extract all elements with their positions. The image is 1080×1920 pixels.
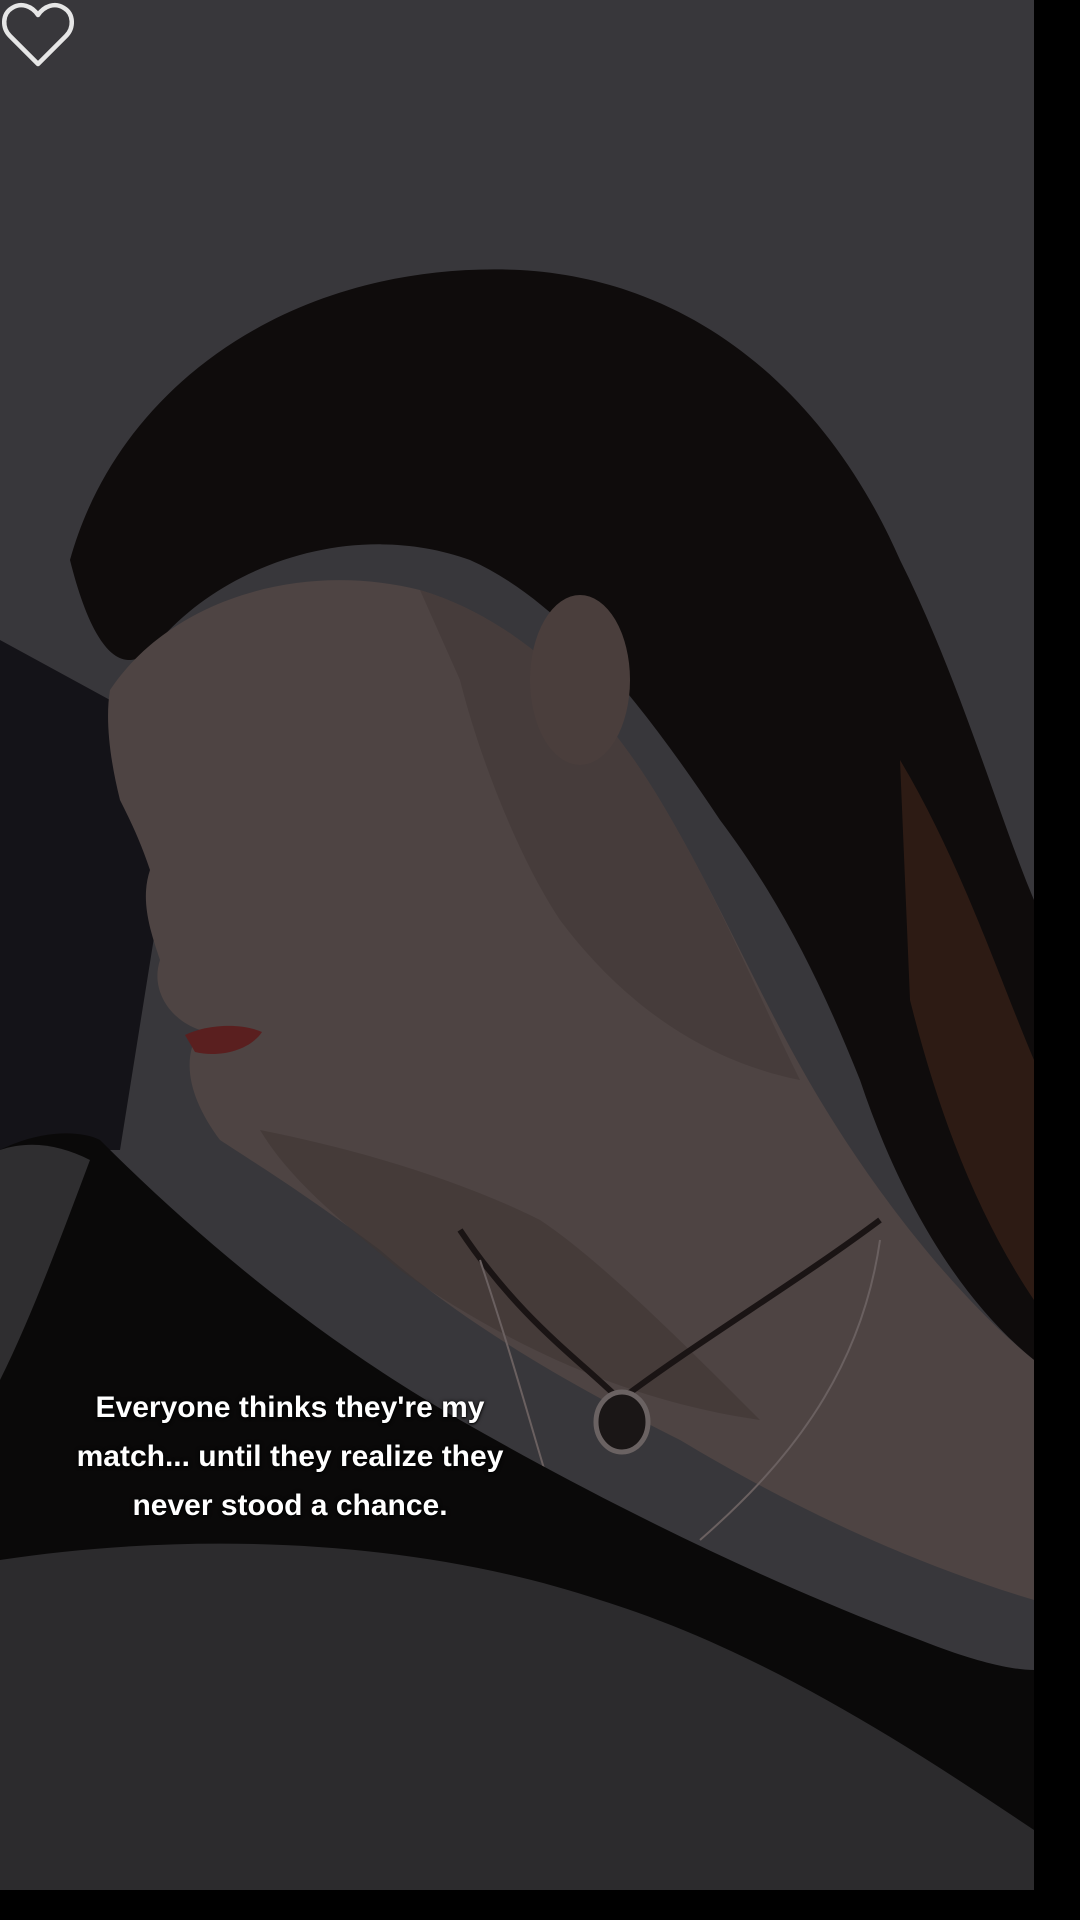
story-caption: Everyone thinks they're my match... unti… bbox=[76, 1391, 504, 1522]
profile-photo: Everyone thinks they're my match... unti… bbox=[0, 0, 1034, 1890]
heart-outline-icon[interactable] bbox=[0, 0, 76, 70]
story-screen: Everyone thinks they're my match... unti… bbox=[0, 0, 1080, 1920]
